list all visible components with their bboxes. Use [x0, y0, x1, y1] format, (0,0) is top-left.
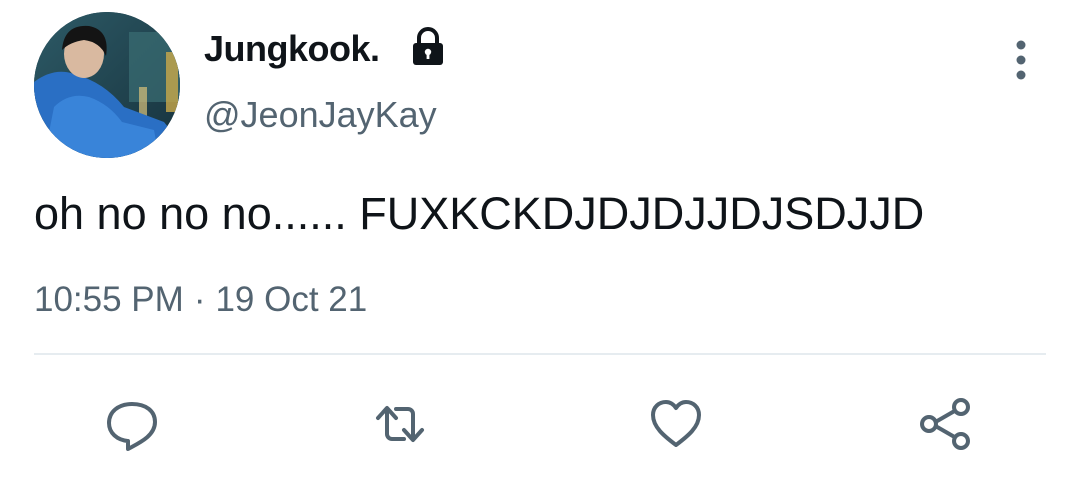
meta-separator: · [193, 280, 206, 319]
share-button[interactable] [918, 396, 974, 452]
heart-icon [651, 400, 701, 447]
retweet-button[interactable] [372, 396, 428, 452]
more-vertical-icon[interactable] [1004, 38, 1038, 82]
like-button[interactable] [648, 396, 704, 452]
retweet-icon [376, 406, 424, 442]
tweet-time: 10:55 PM [34, 280, 184, 319]
reply-icon [107, 402, 157, 451]
tweet-text: oh no no no...... FUXKCKDJDJDJJDJSDJJD [34, 188, 925, 239]
divider [34, 353, 1046, 355]
lock-icon [413, 27, 443, 65]
avatar-image [34, 12, 180, 158]
user-handle[interactable]: @JeonJayKay [204, 94, 437, 136]
tweet-card: Jungkook. @JeonJayKay oh no no no...... … [0, 0, 1080, 492]
display-name[interactable]: Jungkook. [204, 28, 380, 70]
share-icon [920, 398, 970, 450]
tweet-date: 19 Oct 21 [215, 280, 368, 319]
tweet-timestamp[interactable]: 10:55 PM · 19 Oct 21 [34, 280, 367, 320]
reply-button[interactable] [104, 396, 160, 452]
avatar[interactable] [34, 12, 180, 158]
